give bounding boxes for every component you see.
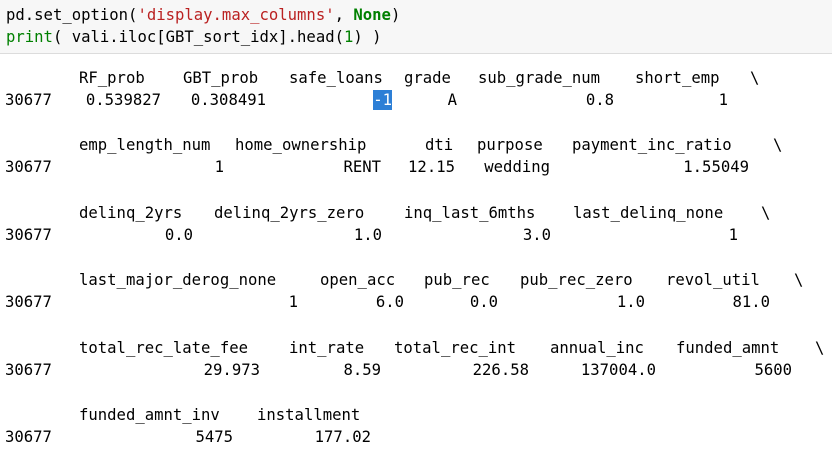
column-header: funded_amnt_inv: [79, 406, 220, 424]
column-header: emp_length_num: [79, 136, 211, 154]
column-header: pub_rec_zero: [520, 271, 633, 289]
code-line-1[interactable]: pd.set_option('display.max_columns', Non…: [6, 5, 400, 25]
cell-value: -1: [373, 90, 392, 110]
column-header: open_acc: [320, 271, 396, 289]
code-line-2[interactable]: print( vali.iloc[GBT_sort_idx].head(1) ): [6, 27, 382, 47]
line-continuation: \: [750, 69, 760, 87]
row-index: 30677: [5, 158, 52, 176]
line-continuation: \: [794, 271, 804, 289]
column-header: dti: [425, 136, 454, 154]
line-continuation: \: [773, 136, 783, 154]
cell-value: 81.0: [732, 293, 770, 311]
column-header: inq_last_6mths: [404, 204, 536, 222]
cell-value: 137004.0: [580, 361, 656, 379]
code-keyword: None: [353, 6, 391, 24]
column-header: RF_prob: [79, 69, 145, 87]
cell-value: 0.308491: [190, 91, 266, 109]
code-cell[interactable]: pd.set_option('display.max_columns', Non…: [0, 0, 832, 54]
column-header: revol_util: [666, 271, 760, 289]
code-text: ,: [334, 6, 354, 24]
code-text: ( vali.iloc[GBT_sort_idx].head(: [52, 28, 344, 46]
cell-value: 1: [728, 226, 738, 244]
output-area: RF_prob GBT_prob safe_loans grade sub_grade_…: [0, 54, 832, 452]
cell-value: 1.0: [353, 226, 382, 244]
column-header: grade: [404, 69, 451, 87]
code-number: 1: [344, 28, 354, 46]
column-header: delinq_2yrs: [79, 204, 183, 222]
column-header: purpose: [477, 136, 543, 154]
code-text: ): [390, 6, 401, 24]
column-header: int_rate: [289, 339, 365, 357]
column-header: last_major_derog_none: [79, 271, 277, 289]
cell-value: 0.0: [164, 226, 193, 244]
column-header: short_emp: [635, 69, 720, 87]
cell-value: 1: [214, 158, 224, 176]
column-header: delinq_2yrs_zero: [214, 204, 365, 222]
code-text: ) ): [353, 28, 382, 46]
column-header: sub_grade_num: [478, 69, 601, 87]
line-continuation: \: [761, 204, 771, 222]
cell-value: 0.0: [469, 293, 498, 311]
cell-value: 29.973: [203, 361, 260, 379]
cell-value: 5600: [754, 361, 792, 379]
row-index: 30677: [5, 361, 52, 379]
column-header: total_rec_int: [394, 339, 517, 357]
row-index: 30677: [5, 226, 52, 244]
code-string: 'display.max_columns': [137, 6, 335, 24]
column-header: GBT_prob: [183, 69, 259, 87]
cell-value: A: [447, 91, 457, 109]
column-header: annual_inc: [550, 339, 644, 357]
cell-value: 1.0: [616, 293, 645, 311]
column-header: last_delinq_none: [573, 204, 724, 222]
cell-value: 1: [288, 293, 298, 311]
cell-value: 8.59: [343, 361, 381, 379]
column-header: safe_loans: [289, 69, 383, 87]
cell-value: 0.539827: [85, 91, 161, 109]
row-index: 30677: [5, 428, 52, 446]
line-continuation: \: [815, 339, 825, 357]
column-header: funded_amnt: [676, 339, 780, 357]
cell-value: 226.58: [472, 361, 529, 379]
cell-value: RENT: [343, 158, 381, 176]
code-text: pd.set_option(: [6, 6, 138, 24]
column-header: home_ownership: [235, 136, 367, 154]
cell-value: 1: [718, 91, 728, 109]
cell-value: 6.0: [375, 293, 404, 311]
column-header: payment_inc_ratio: [572, 136, 732, 154]
column-header: total_rec_late_fee: [79, 339, 248, 357]
code-function: print: [6, 28, 53, 46]
cell-value: wedding: [484, 158, 550, 176]
column-header: pub_rec: [424, 271, 490, 289]
cell-value: 12.15: [408, 158, 455, 176]
column-header: installment: [257, 406, 361, 424]
cell-value: 1.55049: [683, 158, 749, 176]
cell-value: 177.02: [314, 428, 371, 446]
cell-value: 3.0: [522, 226, 551, 244]
row-index: 30677: [5, 293, 52, 311]
cell-value: 0.8: [585, 91, 614, 109]
cell-value: 5475: [195, 428, 233, 446]
row-index: 30677: [5, 91, 52, 109]
